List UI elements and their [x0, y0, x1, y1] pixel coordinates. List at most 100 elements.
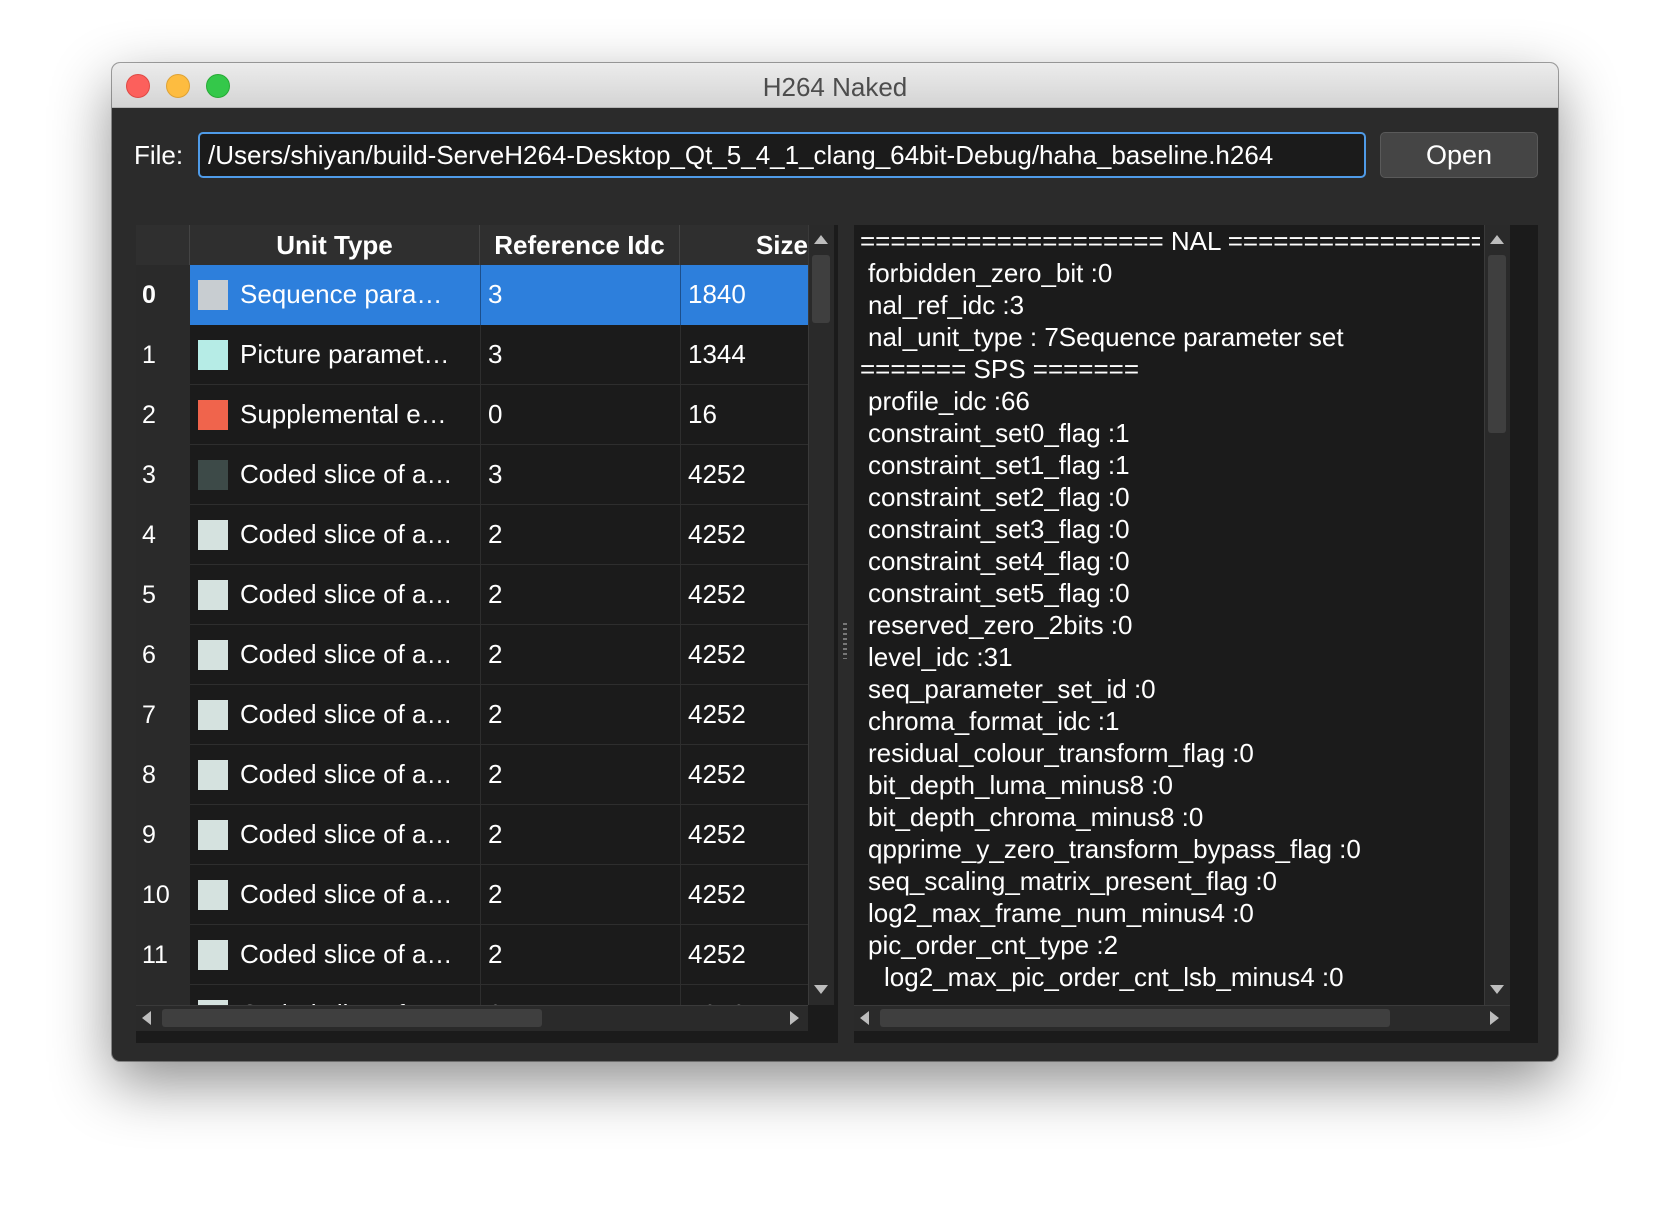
table-row[interactable]: 0 Sequence para… 3 1840: [136, 265, 808, 325]
app-window: H264 Naked File: Open Unit Type Referenc…: [112, 63, 1558, 1061]
size-cell: 4252: [688, 879, 746, 909]
unit-type-color-swatch: [198, 340, 228, 370]
table-horizontal-scrollbar[interactable]: [136, 1005, 808, 1031]
column-header-reference-idc[interactable]: Reference Idc: [480, 225, 680, 265]
detail-line: profile_idc :66: [868, 386, 1030, 416]
scroll-down-arrow-icon[interactable]: [814, 985, 828, 994]
table-row[interactable]: 9 Coded slice of a… 2 4252: [136, 805, 808, 865]
detail-line: constraint_set0_flag :1: [868, 418, 1130, 448]
unit-type-color-swatch: [198, 880, 228, 910]
size-cell: 1344: [688, 339, 746, 369]
nal-unit-table[interactable]: Unit Type Reference Idc Size 0 Sequence p…: [136, 225, 838, 1043]
table-row[interactable]: 8 Coded slice of a… 2 4252: [136, 745, 808, 805]
column-divider: [480, 385, 481, 445]
unit-type-cell: Coded slice of a…: [240, 579, 453, 609]
title-bar[interactable]: H264 Naked: [112, 63, 1558, 108]
size-cell: 4252: [688, 985, 746, 1005]
row-index: 11: [136, 925, 190, 985]
detail-vertical-scroll-thumb[interactable]: [1488, 255, 1506, 433]
table-row[interactable]: 1 Picture paramet… 3 1344: [136, 325, 808, 385]
scroll-right-arrow-icon[interactable]: [1490, 1011, 1499, 1025]
table-row[interactable]: 7 Coded slice of a… 2 4252: [136, 685, 808, 745]
reference-idc-cell: 2: [488, 819, 503, 849]
unit-type-cell: Coded slice of a…: [240, 985, 476, 1005]
row-index: 8: [136, 745, 190, 805]
unit-type-color-swatch: [198, 280, 228, 310]
unit-type-cell: Picture paramet…: [240, 339, 450, 369]
nal-detail-panel[interactable]: ==================== NAL ===============…: [854, 225, 1538, 1043]
scroll-left-arrow-icon[interactable]: [860, 1011, 869, 1025]
size-cell: 16: [688, 399, 717, 429]
column-header-unit-type[interactable]: Unit Type: [190, 225, 480, 265]
table-vertical-scroll-thumb[interactable]: [812, 255, 830, 323]
row-index: 3: [136, 445, 190, 505]
size-cell: 4252: [688, 939, 746, 969]
column-divider: [480, 265, 481, 325]
row-index: 2: [136, 385, 190, 445]
column-header-size[interactable]: Size: [680, 225, 808, 265]
size-cell: 4252: [688, 759, 746, 789]
reference-idc-cell: 2: [488, 759, 503, 789]
row-index: 10: [136, 865, 190, 925]
unit-type-color-swatch: [198, 760, 228, 790]
row-index: 9: [136, 805, 190, 865]
detail-line: constraint_set2_flag :0: [868, 482, 1130, 512]
reference-idc-cell: 2: [488, 579, 503, 609]
row-index: 6: [136, 625, 190, 685]
file-path-input[interactable]: [198, 132, 1366, 178]
detail-horizontal-scrollbar[interactable]: [854, 1005, 1510, 1031]
table-row[interactable]: 12 Coded slice of a… 2 4252: [136, 985, 808, 1005]
table-row[interactable]: 2 Supplemental e… 0 16: [136, 385, 808, 445]
column-divider: [480, 565, 481, 625]
table-vertical-scrollbar[interactable]: [808, 225, 834, 1005]
unit-type-color-swatch: [198, 580, 228, 610]
unit-type-cell: Supplemental e…: [240, 399, 447, 429]
scroll-up-arrow-icon[interactable]: [814, 235, 828, 244]
table-horizontal-scroll-thumb[interactable]: [162, 1009, 542, 1027]
unit-type-cell: Coded slice of a…: [240, 459, 453, 489]
unit-type-cell: Coded slice of a…: [240, 819, 453, 849]
unit-type-cell: Coded slice of a…: [240, 759, 453, 789]
detail-vertical-scrollbar[interactable]: [1484, 225, 1510, 1005]
column-divider: [680, 625, 681, 685]
unit-type-color-swatch: [198, 520, 228, 550]
window-title: H264 Naked: [762, 72, 908, 102]
unit-type-color-swatch: [198, 700, 228, 730]
size-cell: 4252: [688, 519, 746, 549]
reference-idc-cell: 3: [488, 279, 503, 309]
column-divider: [680, 265, 681, 325]
scroll-left-arrow-icon[interactable]: [142, 1011, 151, 1025]
detail-line: seq_parameter_set_id :0: [868, 674, 1156, 704]
table-row[interactable]: 3 Coded slice of a… 3 4252: [136, 445, 808, 505]
detail-line: bit_depth_luma_minus8 :0: [868, 770, 1173, 800]
detail-line: nal_ref_idc :3: [868, 290, 1025, 320]
column-divider: [680, 385, 681, 445]
column-divider: [480, 625, 481, 685]
table-row[interactable]: 5 Coded slice of a… 2 4252: [136, 565, 808, 625]
splitter-handle[interactable]: [843, 623, 847, 659]
row-index: 5: [136, 565, 190, 625]
row-index: 0: [136, 265, 190, 325]
table-body: 0 Sequence para… 3 1840 1 Picture paramet… 3 13…: [136, 265, 808, 1005]
table-row[interactable]: 6 Coded slice of a… 2 4252: [136, 625, 808, 685]
detail-line: log2_max_pic_order_cnt_lsb_minus4 :0: [884, 962, 1344, 992]
size-cell: 4252: [688, 459, 746, 489]
scroll-down-arrow-icon[interactable]: [1490, 985, 1504, 994]
scroll-right-arrow-icon[interactable]: [790, 1011, 799, 1025]
table-row[interactable]: 11 Coded slice of a… 2 4252: [136, 925, 808, 985]
detail-line: level_idc :31: [868, 642, 1013, 672]
header-corner: [136, 225, 190, 265]
open-button[interactable]: Open: [1380, 132, 1538, 178]
column-divider: [680, 865, 681, 925]
reference-idc-cell: 2: [488, 939, 503, 969]
table-row[interactable]: 10 Coded slice of a… 2 4252: [136, 865, 808, 925]
column-divider: [680, 745, 681, 805]
row-index: 12: [136, 985, 190, 1005]
row-index: 7: [136, 685, 190, 745]
detail-horizontal-scroll-thumb[interactable]: [880, 1009, 1390, 1027]
column-divider: [480, 985, 481, 1005]
unit-type-cell: Coded slice of a…: [240, 639, 453, 669]
detail-line: residual_colour_transform_flag :0: [868, 738, 1254, 768]
scroll-up-arrow-icon[interactable]: [1490, 235, 1504, 244]
table-row[interactable]: 4 Coded slice of a… 2 4252: [136, 505, 808, 565]
